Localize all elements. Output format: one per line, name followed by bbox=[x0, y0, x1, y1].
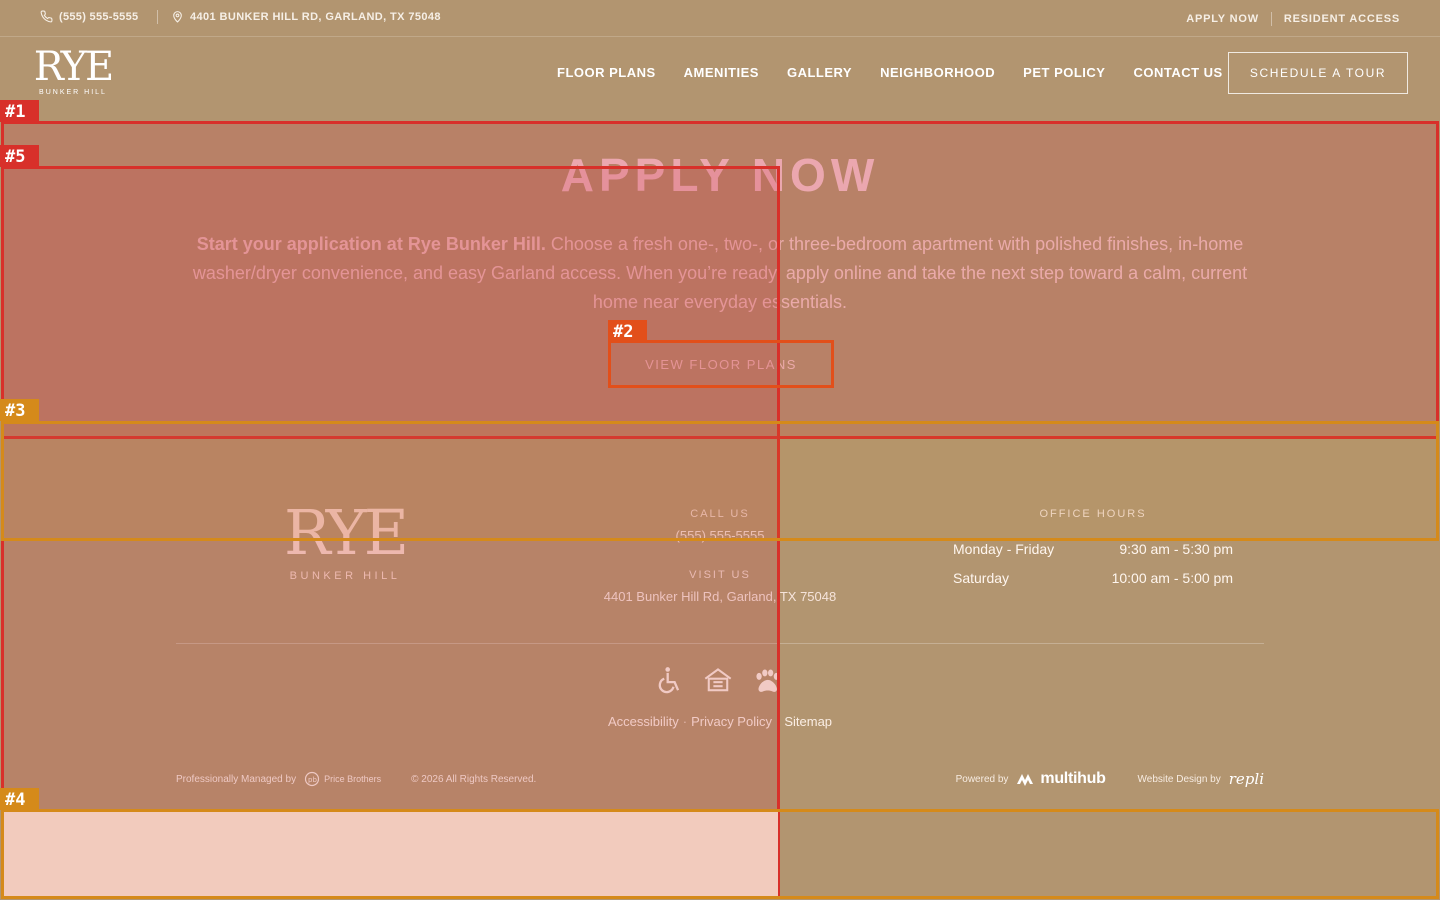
multihub-logo[interactable]: multihub bbox=[1016, 770, 1106, 788]
footer-credits: Powered by multihub Website Design by re… bbox=[956, 770, 1264, 788]
nav-gallery[interactable]: GALLERY bbox=[787, 65, 852, 80]
pet-friendly-icon bbox=[751, 665, 781, 697]
sitemap-link[interactable]: Sitemap bbox=[784, 714, 832, 729]
footer-phone-link[interactable]: (555) 555-5555 bbox=[560, 528, 880, 543]
copyright-text: © 2026 All Rights Reserved. bbox=[411, 773, 537, 785]
hours-row: Saturday 10:00 am - 5:00 pm bbox=[953, 563, 1233, 592]
annotation-label: #2 bbox=[608, 320, 647, 342]
office-hours-label: OFFICE HOURS bbox=[1039, 508, 1147, 520]
topbar-address-link[interactable]: 4401 BUNKER HILL RD, GARLAND, TX 75048 bbox=[171, 10, 441, 23]
site-logo[interactable]: RYE BUNKER HILL bbox=[30, 47, 116, 96]
price-brothers-logo[interactable]: pb Price Brothers bbox=[304, 771, 381, 787]
view-floor-plans-button[interactable]: VIEW FLOOR PLANS bbox=[609, 341, 833, 387]
multihub-wordmark: multihub bbox=[1040, 770, 1106, 787]
hours-day: Monday - Friday bbox=[953, 540, 1055, 557]
hours-row: Monday - Friday 9:30 am - 5:30 pm bbox=[953, 534, 1233, 563]
schedule-tour-button[interactable]: SCHEDULE A TOUR bbox=[1228, 52, 1408, 94]
link-separator: · bbox=[776, 714, 781, 729]
footer-contact: CALL US (555) 555-5555 VISIT US 4401 Bun… bbox=[560, 508, 880, 604]
footer-logo-subtitle: BUNKER HILL bbox=[289, 570, 401, 582]
powered-by-label: Powered by bbox=[955, 773, 1009, 785]
design-by-label: Website Design by bbox=[1137, 773, 1221, 785]
top-utility-bar: (555) 555-5555 4401 BUNKER HILL RD, GARL… bbox=[0, 0, 1440, 37]
topbar-divider bbox=[1270, 12, 1272, 26]
topbar-divider bbox=[157, 10, 158, 24]
annotation-label: #4 bbox=[0, 788, 39, 810]
hours-day: Saturday bbox=[953, 569, 1010, 586]
annotation-label: #3 bbox=[0, 399, 39, 421]
hours-time: 10:00 am - 5:00 pm bbox=[1111, 569, 1233, 586]
link-separator: · bbox=[682, 714, 688, 729]
page-title: APPLY NOW bbox=[560, 149, 880, 201]
repli-logo[interactable]: repli bbox=[1229, 770, 1264, 788]
footer-logo-wordmark: RYE bbox=[284, 496, 409, 569]
visit-us-label: VISIT US bbox=[689, 569, 751, 581]
accessibility-link[interactable]: Accessibility bbox=[608, 714, 679, 729]
price-brothers-icon: pb bbox=[304, 771, 320, 787]
topbar-phone-text: (555) 555-5555 bbox=[59, 10, 139, 23]
nav-neighborhood[interactable]: NEIGHBORHOOD bbox=[880, 65, 995, 80]
call-us-label: CALL US bbox=[690, 508, 750, 520]
annotation-fill bbox=[2, 811, 778, 898]
topbar-address-text: 4401 BUNKER HILL RD, GARLAND, TX 75048 bbox=[190, 10, 441, 23]
nav-pet-policy[interactable]: PET POLICY bbox=[1023, 65, 1105, 80]
hero-description: Start your application at Rye Bunker Hil… bbox=[175, 230, 1265, 317]
footer-logo[interactable]: RYE BUNKER HILL bbox=[270, 496, 420, 583]
footer-compliance-icons bbox=[655, 665, 781, 697]
logo-wordmark: RYE bbox=[33, 44, 115, 90]
annotation-label: #1 bbox=[0, 100, 39, 122]
footer-links: Accessibility · Privacy Policy · Sitemap bbox=[0, 714, 1440, 729]
footer-address-link[interactable]: 4401 Bunker Hill Rd, Garland, TX 75048 bbox=[560, 589, 880, 604]
footer-managed-by: Professionally Managed by pb Price Broth… bbox=[176, 771, 536, 787]
svg-text:pb: pb bbox=[308, 776, 317, 784]
main-nav: FLOOR PLANS AMENITIES GALLERY NEIGHBORHO… bbox=[557, 65, 1223, 80]
apply-now-link[interactable]: APPLY NOW bbox=[1186, 13, 1259, 25]
hours-time: 9:30 am - 5:30 pm bbox=[1119, 540, 1233, 557]
accessibility-icon bbox=[655, 665, 685, 697]
nav-contact-us[interactable]: CONTACT US bbox=[1133, 65, 1222, 80]
multihub-icon bbox=[1017, 774, 1034, 786]
nav-amenities[interactable]: AMENITIES bbox=[684, 65, 759, 80]
equal-housing-icon bbox=[703, 665, 733, 697]
price-brothers-name: Price Brothers bbox=[324, 774, 382, 784]
privacy-policy-link[interactable]: Privacy Policy bbox=[691, 714, 772, 729]
office-hours: OFFICE HOURS Monday - Friday 9:30 am - 5… bbox=[953, 508, 1233, 592]
managed-by-label: Professionally Managed by bbox=[176, 773, 297, 785]
phone-icon bbox=[40, 10, 53, 23]
map-pin-icon bbox=[173, 11, 182, 23]
hero-lead-bold: Start your application at Rye Bunker Hil… bbox=[196, 234, 546, 254]
logo-subtitle: BUNKER HILL bbox=[39, 89, 107, 96]
footer-divider bbox=[176, 643, 1264, 644]
nav-floor-plans[interactable]: FLOOR PLANS bbox=[557, 65, 656, 80]
topbar-right-links: APPLY NOW RESIDENT ACCESS bbox=[1186, 12, 1400, 26]
resident-access-link[interactable]: RESIDENT ACCESS bbox=[1284, 13, 1400, 25]
topbar-phone-link[interactable]: (555) 555-5555 bbox=[40, 10, 138, 23]
